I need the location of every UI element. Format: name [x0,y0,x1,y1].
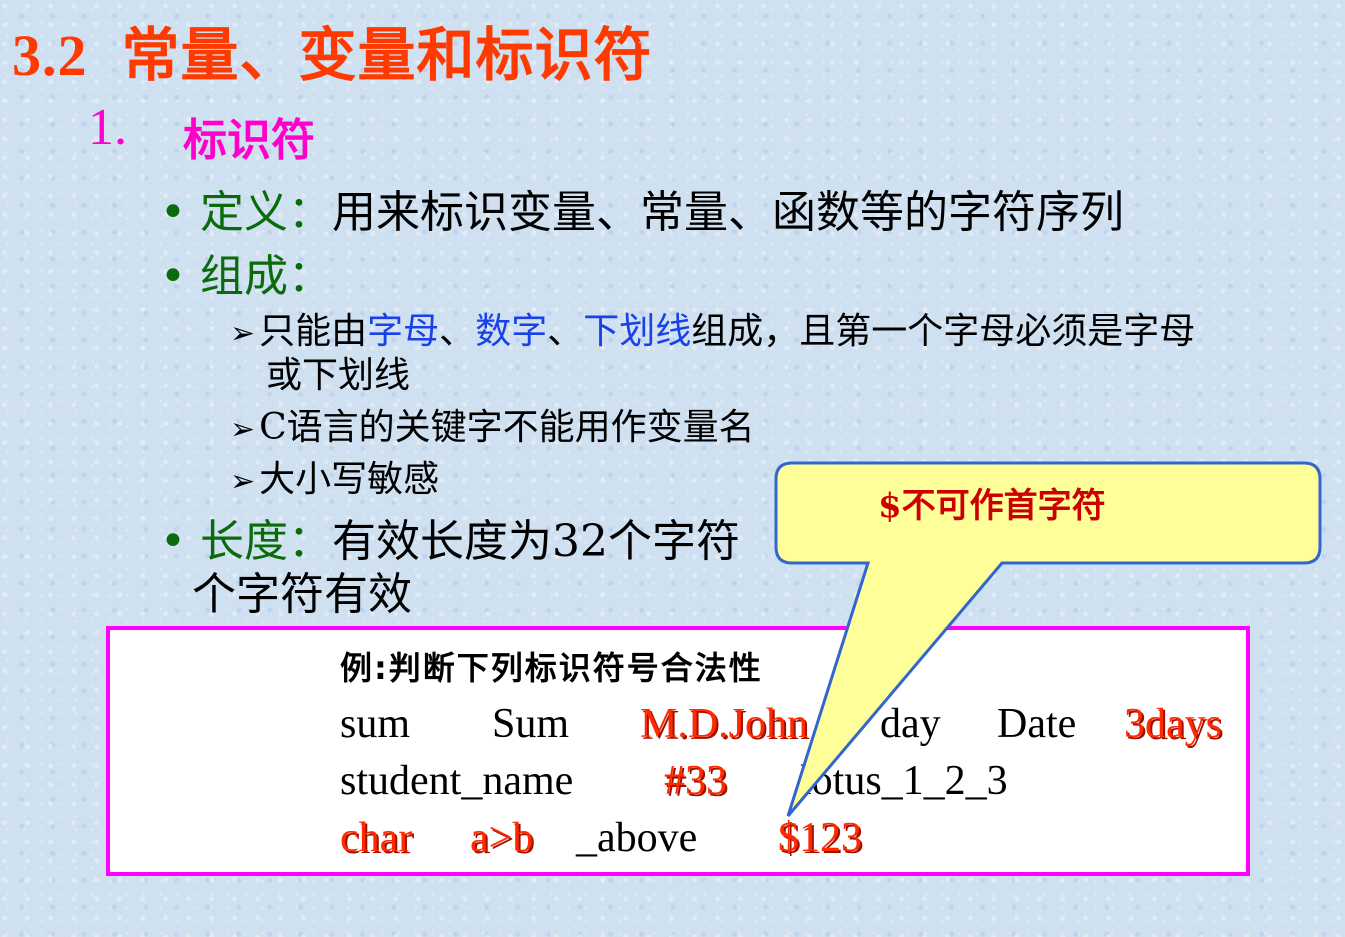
callout-balloon [774,461,1322,817]
callout-text: $不可作首字符 [878,486,1106,526]
